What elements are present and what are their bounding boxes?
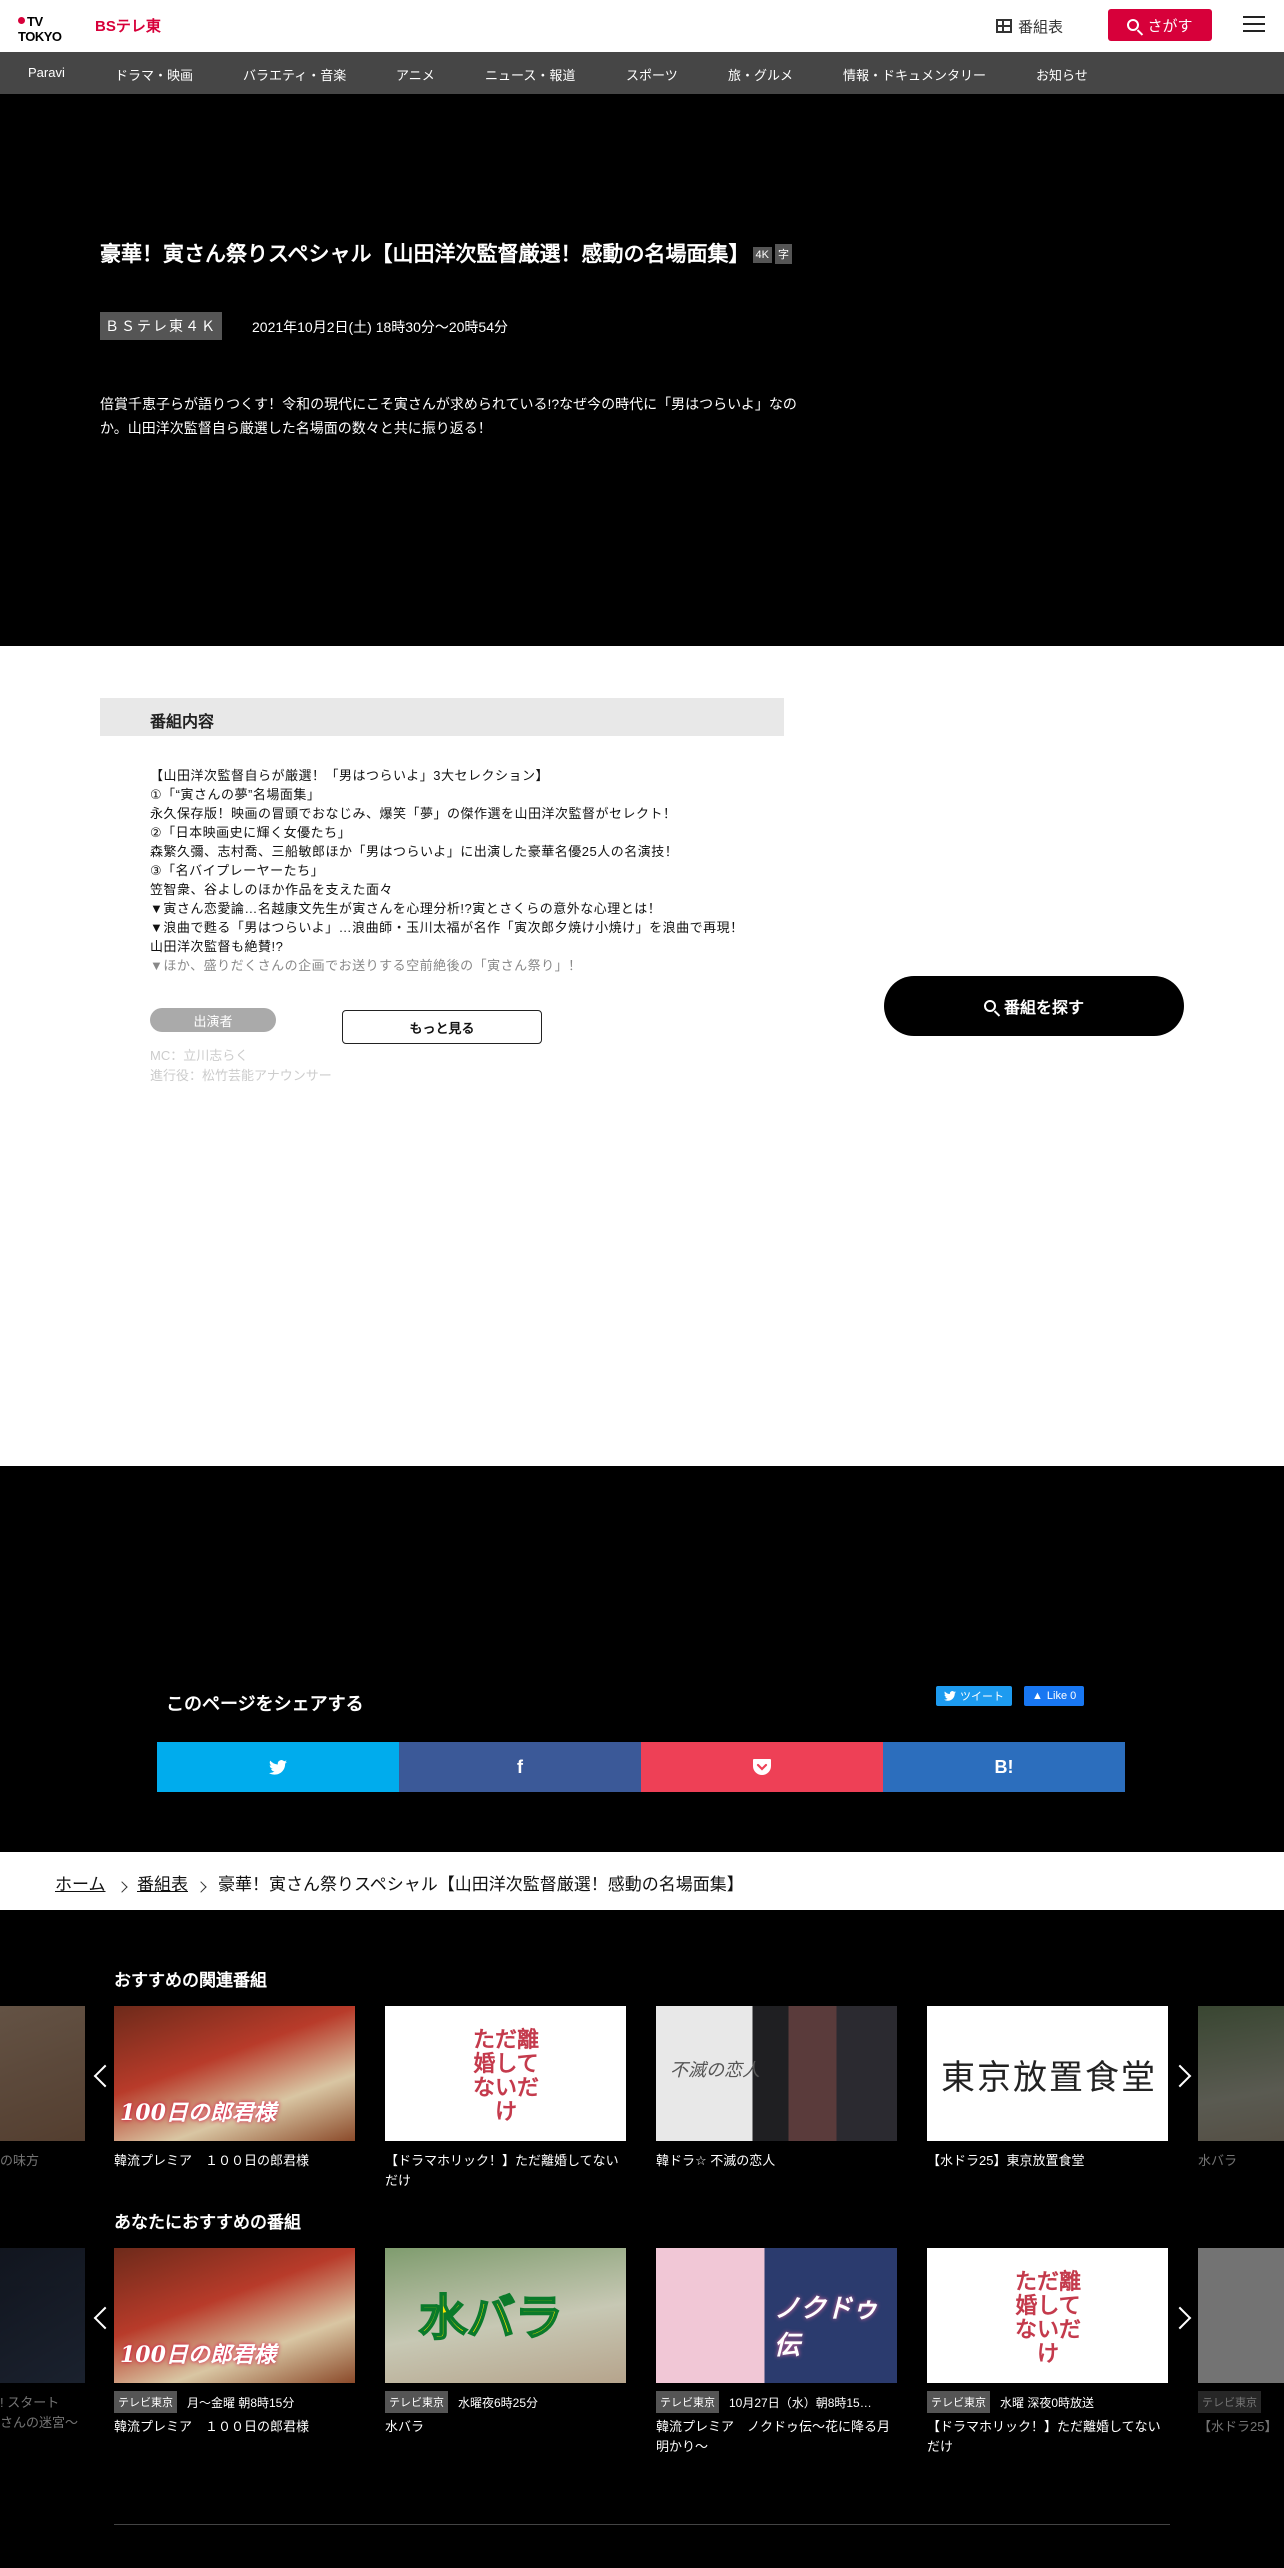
find-program-button[interactable]: 番組を探す: [884, 976, 1184, 1036]
tweet-button[interactable]: ツイート: [936, 1686, 1012, 1706]
breadcrumb: ホーム 番組表 豪華！寅さん祭りスペシャル【山田洋次監督厳選！感動の名場面集】: [0, 1852, 1284, 1910]
share-pocket-button[interactable]: [641, 1742, 883, 1792]
carousel-next-icon[interactable]: [1168, 2064, 1192, 2088]
thumbs-up-icon: ▲: [1032, 1690, 1043, 1702]
program-thumbnail: [0, 2248, 85, 2383]
cast-list: MC：立川志らく 進行役：松竹芸能アナウンサー: [150, 1048, 332, 1083]
more-button[interactable]: もっと見る: [342, 1010, 542, 1044]
related-card[interactable]: 100日の郎君様 韓流プレミア １００日の郎君様: [114, 2006, 355, 2171]
program-thumbnail: 東京放置食堂: [927, 2006, 1168, 2141]
related-title: おすすめの関連番組: [114, 1971, 267, 1990]
program-body: 【山田洋次監督自らが厳選！「男はつらいよ」3大セレクション】 ①「“寅さんの夢”…: [150, 768, 744, 973]
genre-nav: Paravi ドラマ・映画 バラエティ・音楽 アニメ ニュース・報道 スポーツ …: [0, 52, 1284, 94]
tag-4k: 4K: [752, 247, 772, 263]
recommended-card[interactable]: ただ離婚してないだけ テレビ東京 水曜 深夜0時放送 【ドラマホリック！】ただ離婚…: [927, 2248, 1168, 2457]
search-button[interactable]: さがす: [1108, 9, 1212, 41]
program-content-area: 番組内容 【山田洋次監督自らが厳選！「男はつらいよ」3大セレクション】 ①「“寅…: [0, 646, 1284, 1466]
breadcrumb-current: 豪華！寅さん祭りスペシャル【山田洋次監督厳選！感動の名場面集】: [218, 1875, 744, 1894]
program-thumbnail: 100日の郎君様: [114, 2006, 355, 2141]
share-buttons: f B!: [157, 1742, 1125, 1792]
search-icon: [983, 1000, 996, 1012]
recommended-card-partial-left[interactable]: ! スタート さんの迷宮～: [0, 2248, 85, 2433]
air-schedule: 水曜夜6時25分: [458, 2395, 539, 2410]
tvtokyo-logo[interactable]: TV TOKYO: [18, 14, 76, 44]
divider: [114, 2524, 1170, 2525]
network-badge: テレビ東京: [385, 2391, 448, 2413]
related-card[interactable]: 東京放置食堂 【水ドラ25】東京放置食堂: [927, 2006, 1168, 2171]
recommended-card[interactable]: 100日の郎君様 テレビ東京 月～金曜 朝8時15分 韓流プレミア １００日の郎君…: [114, 2248, 355, 2437]
nav-item-sports[interactable]: スポーツ: [626, 65, 678, 84]
recommended-card-partial-right[interactable]: テレビ東京 【水ドラ25】: [1198, 2248, 1284, 2437]
program-thumbnail: ノクドゥ伝: [656, 2248, 897, 2383]
nav-item-news-info[interactable]: お知らせ: [1036, 65, 1088, 84]
related-card-partial-left[interactable]: の味方: [0, 2006, 85, 2171]
share-title: このページをシェアする: [166, 1694, 364, 1714]
recommended-card[interactable]: ノクドゥ伝 テレビ東京 10月27日（水）朝8時15… 韓流プレミア ノクドゥ伝～…: [656, 2248, 897, 2457]
bs-tvtokyo-logo[interactable]: BSテレ東: [95, 15, 161, 36]
program-thumbnail: ただ離婚してないだけ: [385, 2006, 626, 2141]
recommended-card[interactable]: 水バラ テレビ東京 水曜夜6時25分 水バラ: [385, 2248, 626, 2437]
facebook-icon: f: [517, 1756, 523, 1777]
program-thumbnail: ただ離婚してないだけ: [927, 2248, 1168, 2383]
nav-item-variety[interactable]: バラエティ・音楽: [243, 65, 346, 84]
chevron-right-icon: [116, 1876, 128, 1896]
channel-badge: ＢＳテレ東４Ｋ: [100, 312, 222, 340]
pocket-icon: [753, 1759, 771, 1775]
carousel-prev-icon[interactable]: [93, 2306, 117, 2330]
air-schedule: 水曜 深夜0時放送: [1000, 2395, 1095, 2410]
carousel-prev-icon[interactable]: [93, 2064, 117, 2088]
grid-icon: [996, 19, 1012, 33]
air-time: 2021年10月2日(土) 18時30分～20時54分: [252, 319, 509, 335]
schedule-label: 番組表: [1018, 18, 1064, 36]
share-twitter-button[interactable]: [157, 1742, 399, 1792]
search-label: さがす: [1147, 17, 1193, 35]
nav-item-paravi[interactable]: Paravi: [28, 65, 65, 80]
program-thumbnail: 100日の郎君様: [114, 2248, 355, 2383]
hatena-icon: B!: [994, 1756, 1014, 1777]
nav-item-travel[interactable]: 旅・グルメ: [728, 65, 793, 84]
twitter-icon: [944, 1691, 956, 1701]
breadcrumb-home[interactable]: ホーム: [55, 1870, 106, 1895]
program-thumbnail: [1198, 2006, 1284, 2141]
program-thumbnail: 不滅の恋人: [656, 2006, 897, 2141]
cast-label: 出演者: [150, 1008, 276, 1032]
section-header: 番組内容: [100, 698, 784, 736]
network-badge: テレビ東京: [927, 2391, 990, 2413]
menu-icon[interactable]: [1243, 16, 1265, 34]
logo-dot-icon: [18, 17, 25, 24]
program-description: 倍賞千恵子らが語りつくす！令和の現代にこそ寅さんが求められている!?なぜ今の時代…: [100, 396, 797, 436]
network-badge: テレビ東京: [114, 2391, 177, 2413]
program-title: 豪華！寅さん祭りスペシャル【山田洋次監督厳選！感動の名場面集】 4K 字: [100, 238, 792, 268]
share-hatena-button[interactable]: B!: [883, 1742, 1125, 1792]
nav-item-info[interactable]: 情報・ドキュメンタリー: [843, 65, 986, 84]
program-thumbnail: [0, 2006, 85, 2141]
related-card[interactable]: ただ離婚してないだけ 【ドラマホリック！】ただ離婚してないだけ: [385, 2006, 626, 2191]
like-button[interactable]: ▲ Like 0: [1024, 1686, 1085, 1706]
program-thumbnail: 水バラ: [385, 2248, 626, 2383]
recommended-title: あなたにおすすめの番組: [114, 2213, 301, 2232]
breadcrumb-schedule[interactable]: 番組表: [137, 1870, 188, 1895]
related-card[interactable]: 不滅の恋人 韓ドラ☆ 不滅の恋人: [656, 2006, 897, 2171]
carousel-next-icon[interactable]: [1168, 2306, 1192, 2330]
network-badge: テレビ東京: [656, 2391, 719, 2413]
air-schedule: 月～金曜 朝8時15分: [187, 2395, 295, 2410]
air-schedule: 10月27日（水）朝8時15…: [729, 2395, 872, 2410]
tag-subtitle: 字: [775, 244, 792, 264]
schedule-link[interactable]: 番組表: [996, 12, 1063, 40]
search-icon: [1127, 19, 1140, 31]
chevron-right-icon: [195, 1876, 207, 1896]
related-card-partial-right[interactable]: 水バラ: [1198, 2006, 1284, 2171]
nav-item-news[interactable]: ニュース・報道: [485, 65, 575, 84]
nav-item-anime[interactable]: アニメ: [396, 65, 435, 84]
twitter-icon: [269, 1759, 287, 1775]
nav-item-drama[interactable]: ドラマ・映画: [115, 65, 193, 84]
network-badge: テレビ東京: [1198, 2391, 1261, 2413]
top-header: TV TOKYO BSテレ東 番組表 さがす: [0, 0, 1284, 52]
share-facebook-button[interactable]: f: [399, 1742, 641, 1792]
program-thumbnail: [1198, 2248, 1284, 2383]
